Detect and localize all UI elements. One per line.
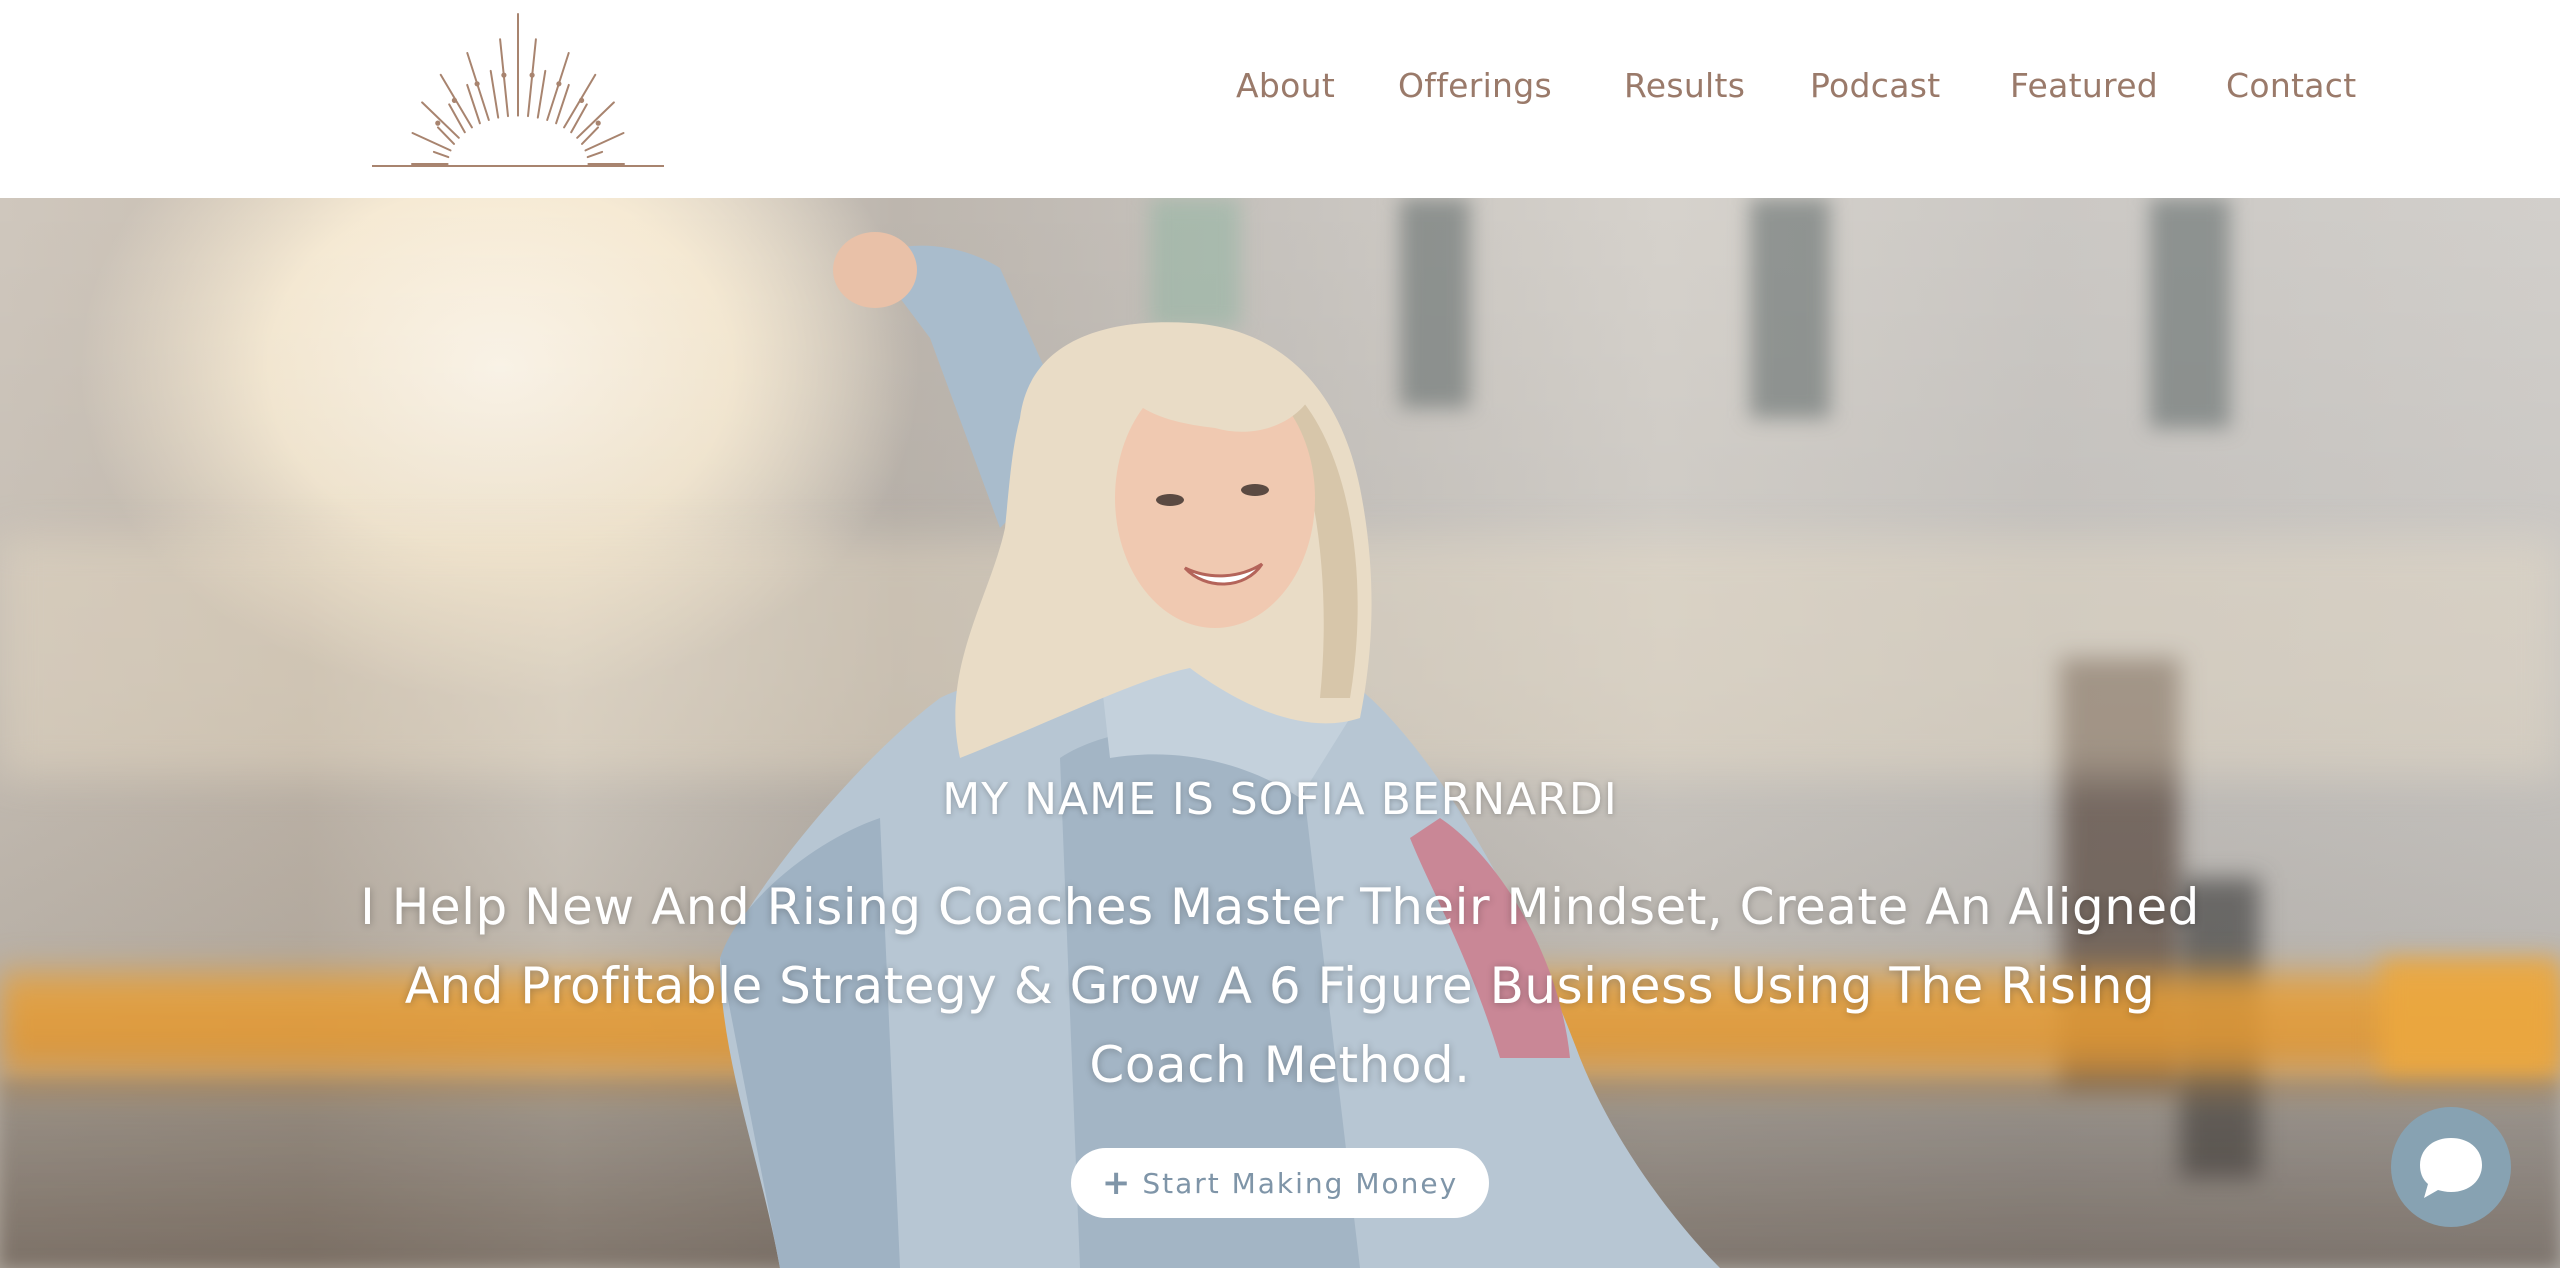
logo-ray: [586, 150, 604, 159]
nav-about[interactable]: About: [1236, 62, 1398, 110]
logo-dot: [556, 81, 562, 87]
logo-ray: [576, 101, 615, 139]
cta-label: Start Making Money: [1142, 1166, 1459, 1200]
hero-headline: I Help New And Rising Coaches Master The…: [360, 878, 2200, 1094]
chat-bubble-icon: [2420, 1138, 2482, 1198]
logo-ray: [499, 38, 509, 118]
logo-ray: [555, 83, 570, 125]
logo-ray: [489, 69, 500, 119]
nav-results[interactable]: Results: [1624, 62, 1810, 110]
main-nav: About Offerings Results Podcast Featured…: [1218, 62, 2357, 110]
plus-icon: +: [1101, 1163, 1131, 1203]
logo-ray: [448, 103, 466, 134]
logo-dot: [451, 97, 458, 104]
logo-ray: [421, 101, 460, 139]
logo-ray: [536, 69, 547, 119]
logo-dot: [474, 81, 480, 87]
logo-dot: [595, 120, 601, 126]
logo-dot: [501, 72, 507, 78]
hero-content: MY NAME IS SOFIA BERNARDI I Help New And…: [0, 198, 2560, 1268]
logo-ray: [546, 52, 570, 121]
logo-ray: [570, 103, 588, 134]
logo-ray: [466, 83, 481, 125]
nav-offerings[interactable]: Offerings: [1398, 62, 1624, 110]
nav-featured[interactable]: Featured: [2010, 62, 2226, 110]
hero-section: MY NAME IS SOFIA BERNARDI I Help New And…: [0, 198, 2560, 1268]
nav-contact[interactable]: Contact: [2226, 62, 2357, 110]
logo-ray: [432, 150, 450, 159]
logo-ray: [466, 52, 490, 121]
chat-widget-button[interactable]: [2391, 1107, 2511, 1227]
logo-dot: [435, 120, 441, 126]
logo-ray: [527, 38, 537, 118]
sunburst-logo[interactable]: [368, 6, 668, 172]
logo-dot: [529, 72, 535, 78]
site-header: About Offerings Results Podcast Featured…: [0, 0, 2560, 198]
hero-eyebrow: MY NAME IS SOFIA BERNARDI: [942, 774, 1618, 825]
nav-podcast[interactable]: Podcast: [1810, 62, 2010, 110]
logo-dot: [579, 97, 585, 104]
start-making-money-button[interactable]: + Start Making Money: [1071, 1148, 1489, 1218]
